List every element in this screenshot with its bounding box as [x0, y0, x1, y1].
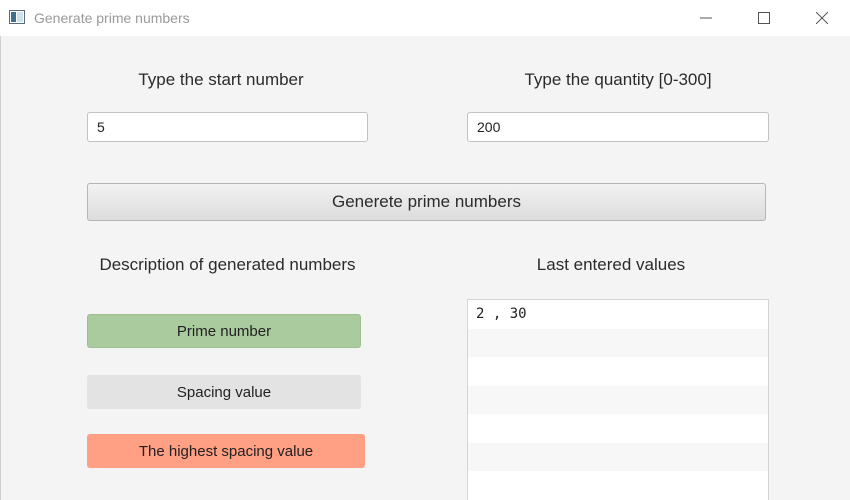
- window-title: Generate prime numbers: [34, 10, 190, 26]
- close-button[interactable]: [799, 0, 845, 36]
- minimize-button[interactable]: [683, 0, 729, 36]
- minimize-icon: [700, 17, 712, 19]
- maximize-button[interactable]: [741, 0, 787, 36]
- start-number-label: Type the start number: [138, 70, 304, 89]
- quantity-label: Type the quantity [0-300]: [524, 70, 712, 89]
- list-item[interactable]: [468, 414, 768, 443]
- quantity-input[interactable]: [467, 112, 769, 142]
- history-title: Last entered values: [536, 255, 686, 274]
- list-item[interactable]: [468, 442, 768, 471]
- main-panel: Type the start number Type the quantity …: [0, 36, 850, 500]
- close-icon: [816, 12, 828, 24]
- legend-title: Description of generated numbers: [99, 255, 356, 274]
- app-window-icon: [9, 10, 25, 24]
- maximize-icon: [758, 12, 770, 24]
- list-item[interactable]: [468, 385, 768, 414]
- generate-button[interactable]: Generete prime numbers: [87, 183, 766, 221]
- list-item[interactable]: [468, 471, 768, 500]
- last-entered-values-list[interactable]: 2 , 30: [467, 299, 769, 500]
- legend-prime-number: Prime number: [87, 314, 361, 348]
- legend-highest-spacing: The highest spacing value: [87, 434, 365, 468]
- title-bar: Generate prime numbers: [0, 0, 850, 36]
- list-item[interactable]: 2 , 30: [468, 300, 768, 329]
- list-item[interactable]: [468, 328, 768, 357]
- start-number-input[interactable]: [87, 112, 368, 142]
- list-item[interactable]: [468, 357, 768, 386]
- legend-spacing-value: Spacing value: [87, 375, 361, 409]
